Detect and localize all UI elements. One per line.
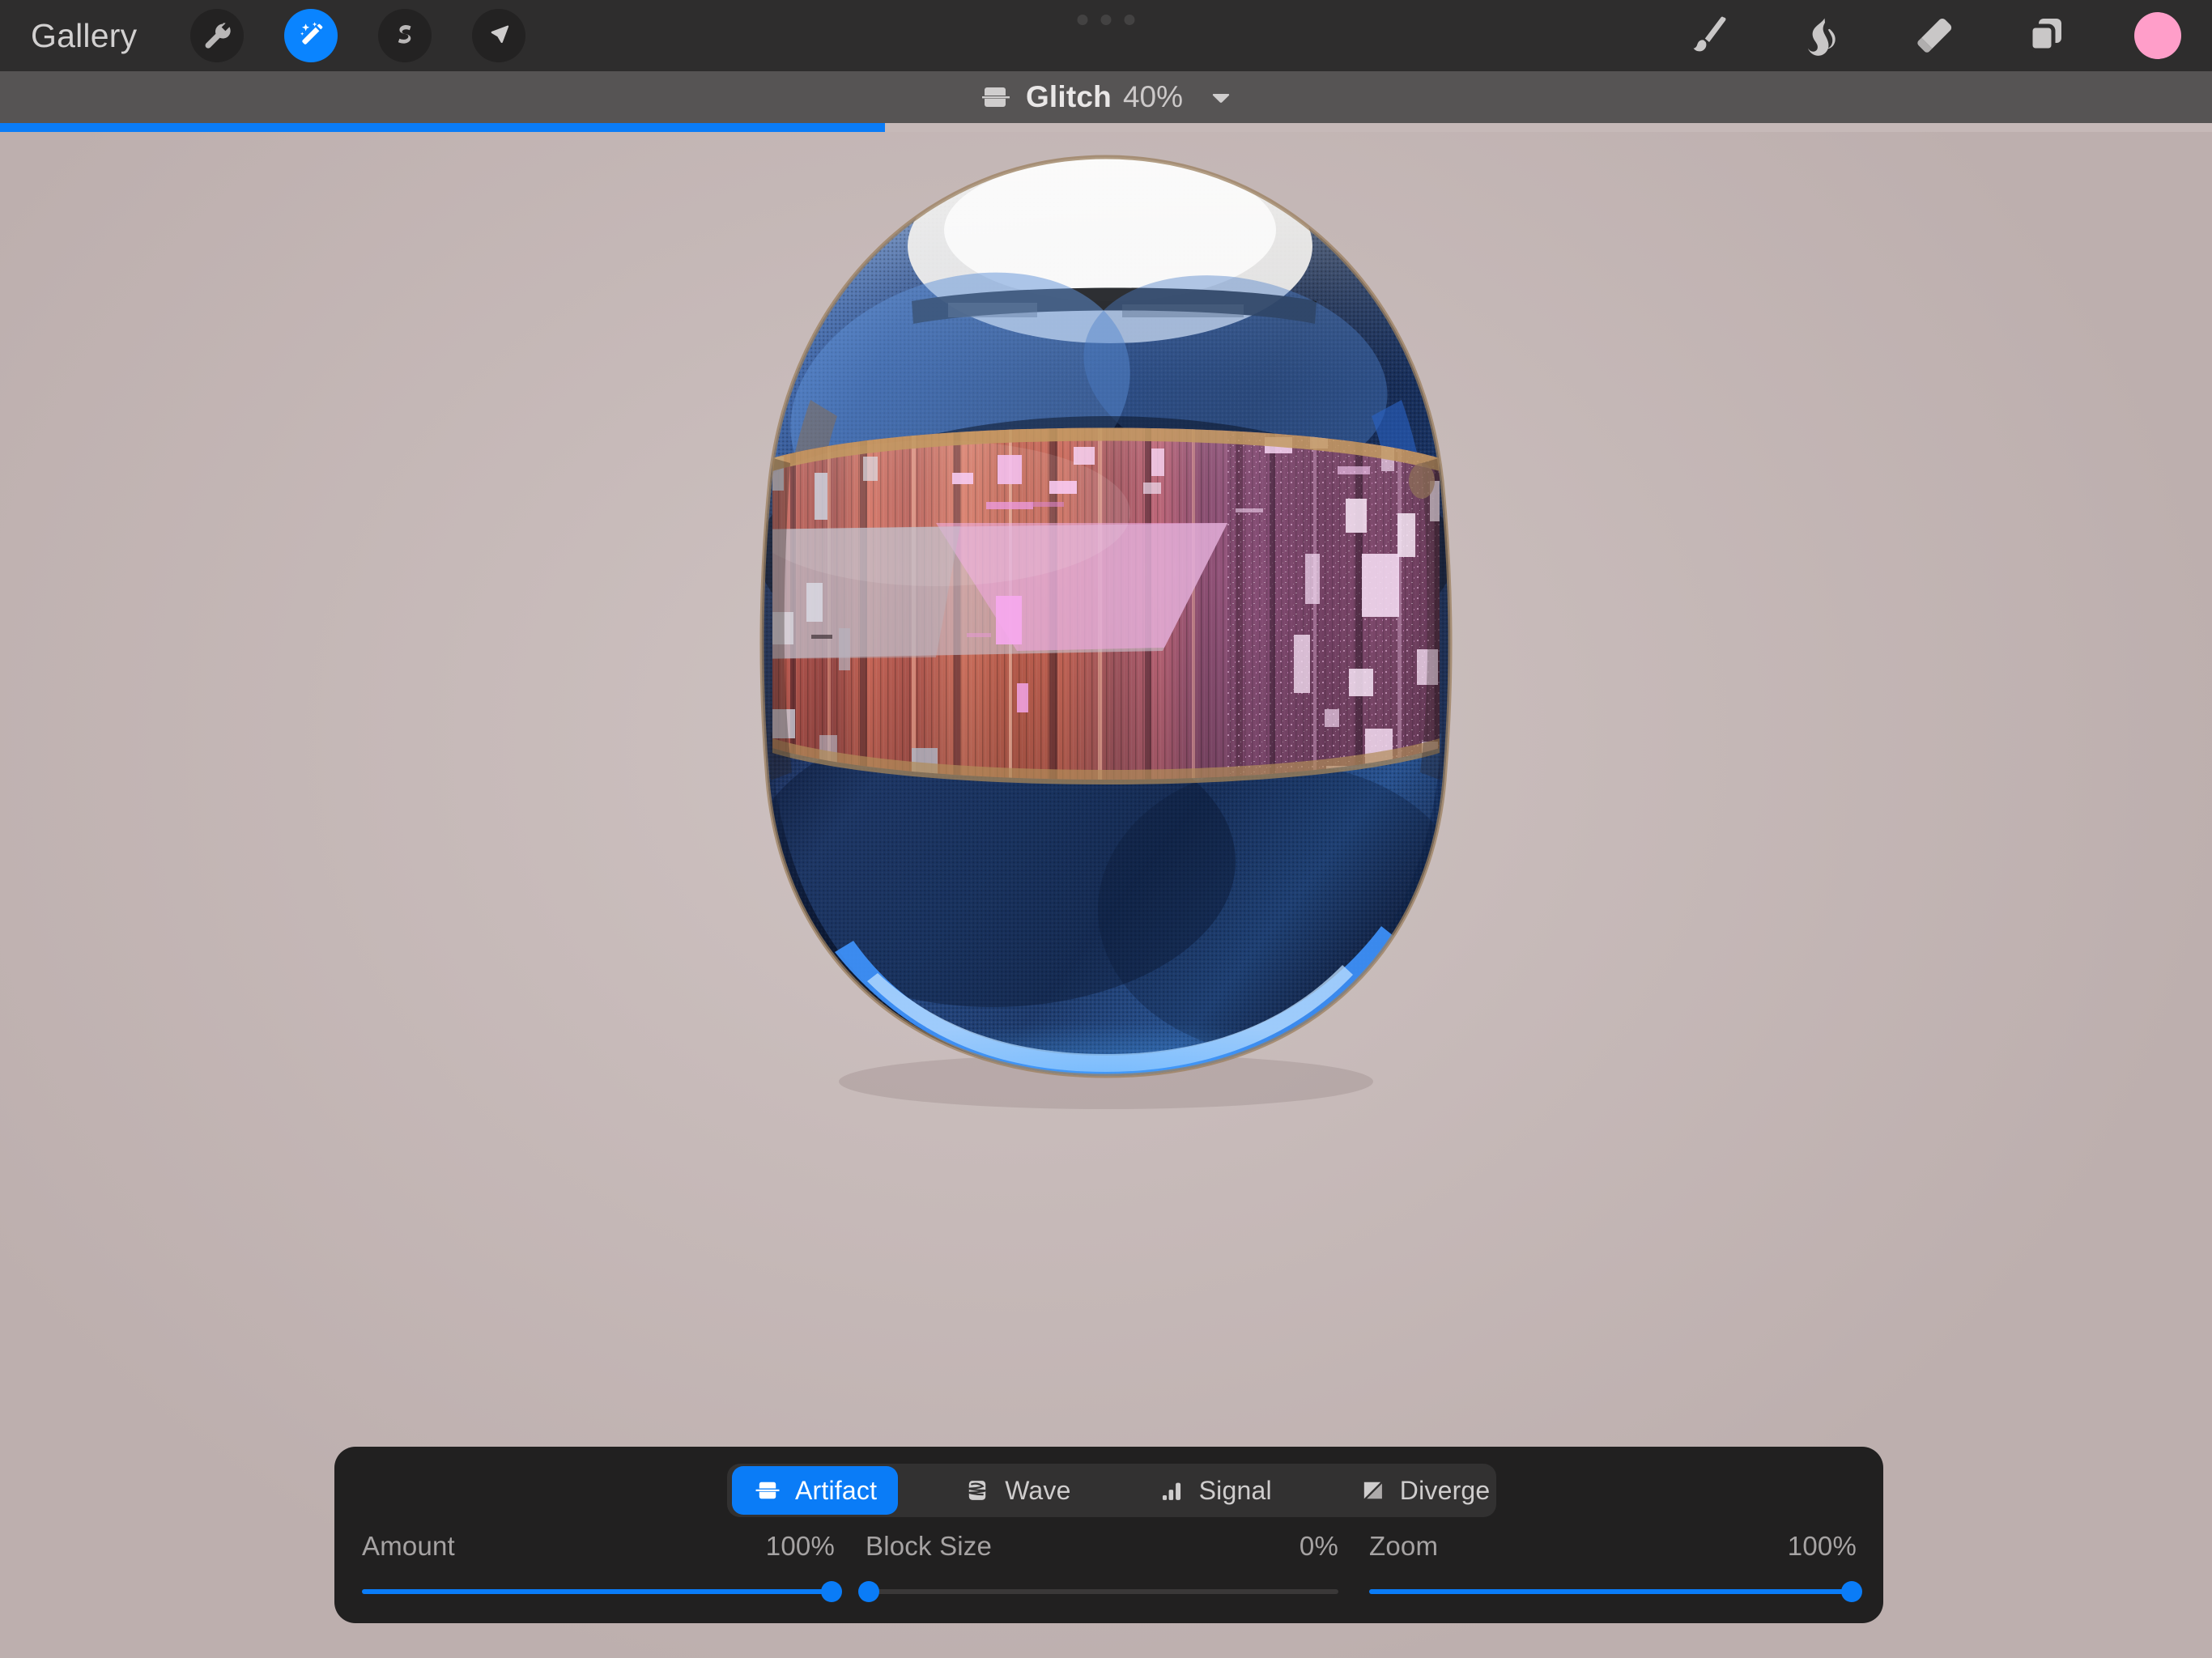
- adjustment-dropdown[interactable]: Glitch 40%: [979, 80, 1233, 114]
- procreate-app-window: Gallery: [0, 0, 2212, 1658]
- slider-amount-track[interactable]: [355, 1581, 841, 1602]
- wrench-icon: [201, 19, 233, 52]
- paintbrush-icon: [1685, 11, 1733, 60]
- multitask-dot: [1101, 15, 1112, 25]
- slider-zoom-label: Zoom: [1369, 1531, 1438, 1562]
- tab-artifact[interactable]: Artifact: [732, 1466, 898, 1515]
- slider-amount-head: Amount 100%: [355, 1531, 841, 1562]
- magic-wand-icon: [295, 19, 327, 52]
- color-swatch-button[interactable]: [2134, 12, 2181, 59]
- glitch-strength-slider[interactable]: [0, 123, 2212, 132]
- transform-button[interactable]: [472, 9, 525, 62]
- tab-signal[interactable]: Signal: [1136, 1466, 1293, 1515]
- slider-zoom-head: Zoom 100%: [1363, 1531, 1863, 1562]
- adjustments-magic-wand-button[interactable]: [284, 9, 338, 62]
- eraser-icon: [1910, 11, 1959, 60]
- artifact-icon: [753, 1476, 782, 1505]
- slider-amount: Amount 100%: [355, 1531, 841, 1604]
- artifact-icon: [979, 81, 1011, 113]
- slider-block-size-value: 0%: [1300, 1531, 1338, 1562]
- layers-icon: [2023, 12, 2070, 59]
- glitch-controls-panel: Artifact Wave: [334, 1447, 1883, 1623]
- slider-block-size-head: Block Size 0%: [859, 1531, 1345, 1562]
- chevron-down-icon: [1209, 85, 1233, 109]
- slider-zoom-fill: [1369, 1589, 1855, 1594]
- arrow-transform-icon: [483, 19, 515, 52]
- multitask-handle[interactable]: [1078, 15, 1135, 25]
- multitask-dot: [1125, 15, 1135, 25]
- left-tool-group: [190, 9, 525, 62]
- actions-wrench-button[interactable]: [190, 9, 244, 62]
- gallery-button[interactable]: Gallery: [31, 17, 137, 55]
- adjustment-name: Glitch: [1026, 80, 1112, 114]
- tab-wave[interactable]: Wave: [942, 1466, 1091, 1515]
- slider-amount-label: Amount: [362, 1531, 455, 1562]
- slider-zoom-value: 100%: [1788, 1531, 1857, 1562]
- slider-amount-fill: [362, 1589, 835, 1594]
- selection-icon: [389, 19, 421, 52]
- tab-diverge-label: Diverge: [1400, 1476, 1491, 1506]
- smudge-button[interactable]: [1797, 11, 1847, 61]
- slider-zoom-track[interactable]: [1363, 1581, 1863, 1602]
- slider-zoom: Zoom 100%: [1363, 1531, 1863, 1604]
- multitask-dot: [1078, 15, 1088, 25]
- helmet-illustration: [669, 133, 1543, 1290]
- top-toolbar: Gallery: [0, 0, 2212, 71]
- tab-artifact-label: Artifact: [795, 1476, 877, 1506]
- paint-button[interactable]: [1684, 11, 1734, 61]
- adjustment-percent: 40%: [1123, 80, 1183, 114]
- slider-zoom-knob[interactable]: [1841, 1581, 1862, 1602]
- tab-wave-label: Wave: [1005, 1476, 1070, 1506]
- wave-icon: [963, 1476, 992, 1505]
- glitch-mode-tabs: Artifact Wave: [727, 1464, 1496, 1517]
- slider-block-size-track[interactable]: [859, 1581, 1345, 1602]
- tab-diverge[interactable]: Diverge: [1337, 1466, 1512, 1515]
- drawing-canvas[interactable]: [0, 132, 2212, 1658]
- glitch-strength-fill: [0, 123, 885, 132]
- slider-block-size-knob[interactable]: [858, 1581, 879, 1602]
- slider-block-size: Block Size 0%: [859, 1531, 1345, 1604]
- signal-icon: [1157, 1476, 1186, 1505]
- helmet-artwork: [669, 133, 1543, 1290]
- right-tool-group: [1684, 0, 2181, 71]
- selection-button[interactable]: [378, 9, 432, 62]
- layers-button[interactable]: [2022, 11, 2072, 61]
- erase-button[interactable]: [1909, 11, 1959, 61]
- slider-amount-knob[interactable]: [821, 1581, 842, 1602]
- adjustment-title-bar: Glitch 40%: [0, 71, 2212, 123]
- slider-amount-value: 100%: [766, 1531, 835, 1562]
- smudge-icon: [1797, 11, 1846, 60]
- diverge-icon: [1358, 1476, 1387, 1505]
- slider-block-size-label: Block Size: [866, 1531, 992, 1562]
- tab-signal-label: Signal: [1199, 1476, 1272, 1506]
- slider-block-size-rail: [866, 1589, 1338, 1594]
